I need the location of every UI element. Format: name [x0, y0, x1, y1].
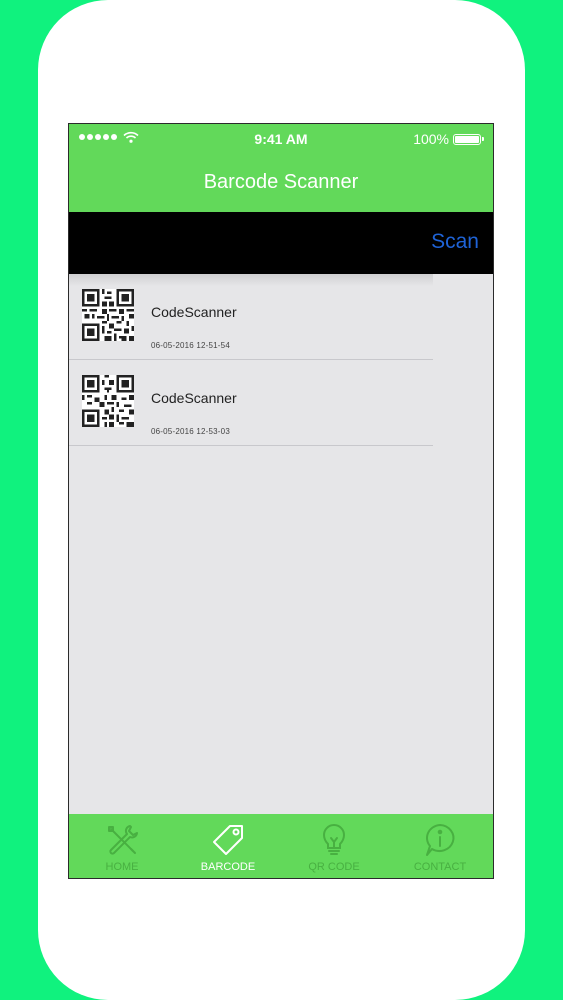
item-date: 06-05-2016 12-51-54 — [151, 341, 230, 350]
page-title: Barcode Scanner — [203, 171, 359, 193]
battery-indicator: 100% — [413, 131, 484, 147]
tab-contact[interactable]: CONTACT — [387, 814, 493, 878]
tab-label: CONTACT — [413, 861, 467, 873]
tab-qr-code[interactable]: QR CODE — [281, 814, 387, 878]
scan-history-list: CodeScanner 06-05-2016 12-51-54 CodeScan… — [69, 274, 433, 446]
tab-label: HOME — [105, 861, 139, 873]
qr-code-thumbnail — [82, 289, 134, 341]
tab-label: QR CODE — [308, 861, 360, 873]
scan-button[interactable]: Scan — [431, 230, 479, 254]
info-icon — [426, 824, 455, 856]
scan-toolbar: Scan — [69, 212, 493, 274]
list-top-shadow — [69, 274, 433, 286]
lightbulb-icon — [322, 824, 346, 855]
tab-bar: HOME BARCODE QR CODE CONTACT — [69, 814, 493, 878]
status-bar: 9:41 AM 100% — [69, 124, 493, 154]
list-item[interactable]: CodeScanner 06-05-2016 12-51-54 — [69, 274, 433, 360]
battery-percent: 100% — [413, 131, 449, 147]
app-screen: 9:41 AM 100% Barcode Scanner Scan CodeSc… — [68, 123, 494, 879]
item-title: CodeScanner — [151, 390, 237, 406]
tab-home[interactable]: HOME — [69, 814, 175, 878]
item-date: 06-05-2016 12-53-03 — [151, 427, 230, 436]
tag-icon — [213, 825, 243, 855]
list-item[interactable]: CodeScanner 06-05-2016 12-53-03 — [69, 360, 433, 446]
navigation-bar: Barcode Scanner — [69, 154, 493, 212]
tools-icon — [108, 825, 138, 855]
qr-code-thumbnail — [82, 375, 134, 427]
item-title: CodeScanner — [151, 304, 237, 320]
battery-icon — [453, 133, 484, 145]
tab-barcode[interactable]: BARCODE — [175, 814, 281, 878]
tab-label: BARCODE — [200, 861, 256, 873]
